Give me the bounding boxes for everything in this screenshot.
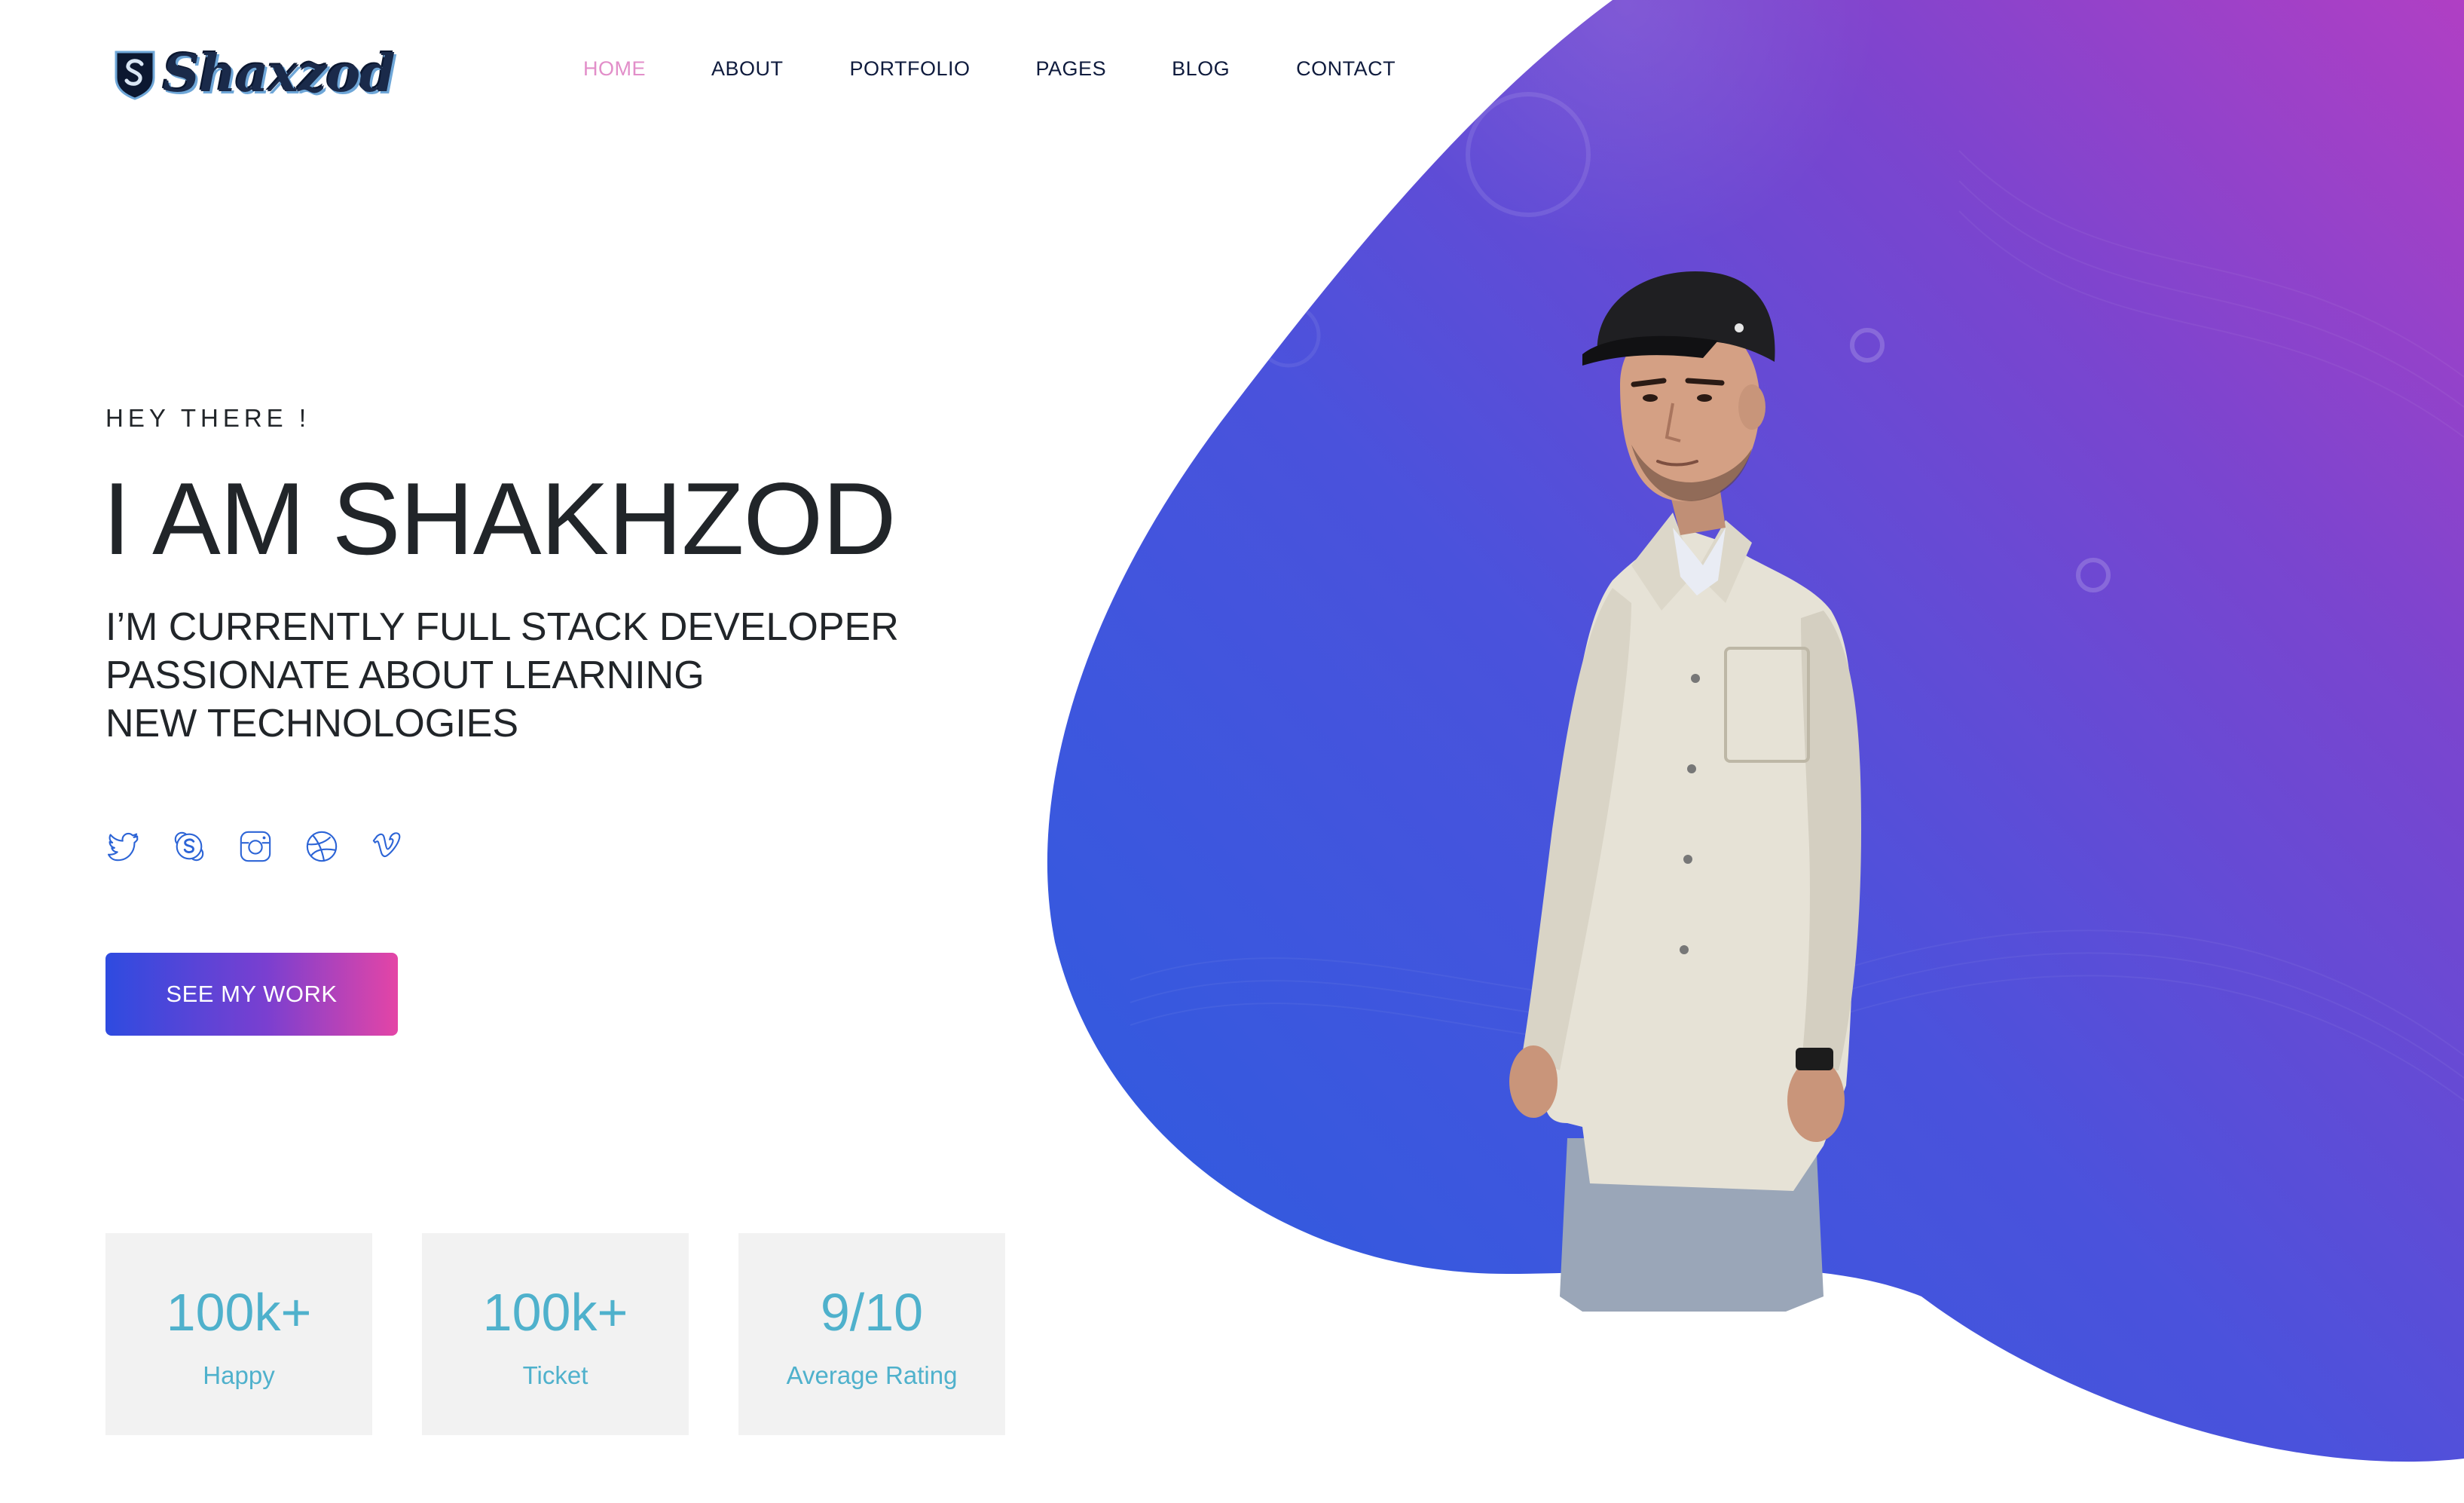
stat-label: Happy — [203, 1361, 275, 1389]
stat-card: 100k+ Happy — [105, 1233, 372, 1435]
see-my-work-button[interactable]: SEE MY WORK — [105, 953, 398, 1036]
dribbble-icon[interactable] — [304, 829, 339, 864]
logo-shield-icon — [113, 47, 157, 100]
site-logo[interactable]: Shaxzod — [113, 44, 396, 104]
vimeo-icon[interactable] — [371, 829, 405, 864]
hero-headline: I AM SHAKHZOD — [102, 461, 896, 576]
site-header: Shaxzod HOME ABOUT PORTFOLIO PAGES BLOG … — [0, 0, 2464, 143]
stat-card: 100k+ Ticket — [422, 1233, 689, 1435]
stat-value: 9/10 — [820, 1283, 924, 1342]
nav-about[interactable]: ABOUT — [711, 57, 784, 81]
logo-wordmark: Shaxzod — [163, 44, 396, 104]
nav-home[interactable]: HOME — [583, 57, 646, 81]
nav-contact[interactable]: CONTACT — [1296, 57, 1396, 81]
social-links — [105, 829, 405, 864]
instagram-icon[interactable] — [238, 829, 273, 864]
tagline-line: PASSIONATE ABOUT LEARNING — [105, 654, 705, 697]
stat-label: Ticket — [522, 1361, 588, 1389]
nav-portfolio[interactable]: PORTFOLIO — [850, 57, 971, 81]
stat-value: 100k+ — [166, 1283, 312, 1342]
tagline-line: NEW TECHNOLOGIES — [105, 702, 519, 745]
nav-pages[interactable]: PAGES — [1036, 57, 1107, 81]
stat-card: 9/10 Average Rating — [738, 1233, 1005, 1435]
stat-value: 100k+ — [482, 1283, 628, 1342]
stat-label: Average Rating — [786, 1361, 958, 1389]
tagline-line: I’M CURRENTLY FULL STACK DEVELOPER — [105, 605, 899, 649]
hero-portrait — [1499, 256, 1982, 1312]
nav-blog[interactable]: BLOG — [1172, 57, 1230, 81]
skype-icon[interactable] — [172, 829, 206, 864]
hero-eyebrow: HEY THERE ! — [105, 404, 311, 432]
main-nav: HOME ABOUT PORTFOLIO PAGES BLOG CONTACT — [583, 57, 1396, 81]
stats-row: 100k+ Happy 100k+ Ticket 9/10 Average Ra… — [105, 1233, 1005, 1435]
twitter-icon[interactable] — [105, 829, 140, 864]
hero-tagline: I’M CURRENTLY FULL STACK DEVELOPER PASSI… — [105, 603, 899, 748]
